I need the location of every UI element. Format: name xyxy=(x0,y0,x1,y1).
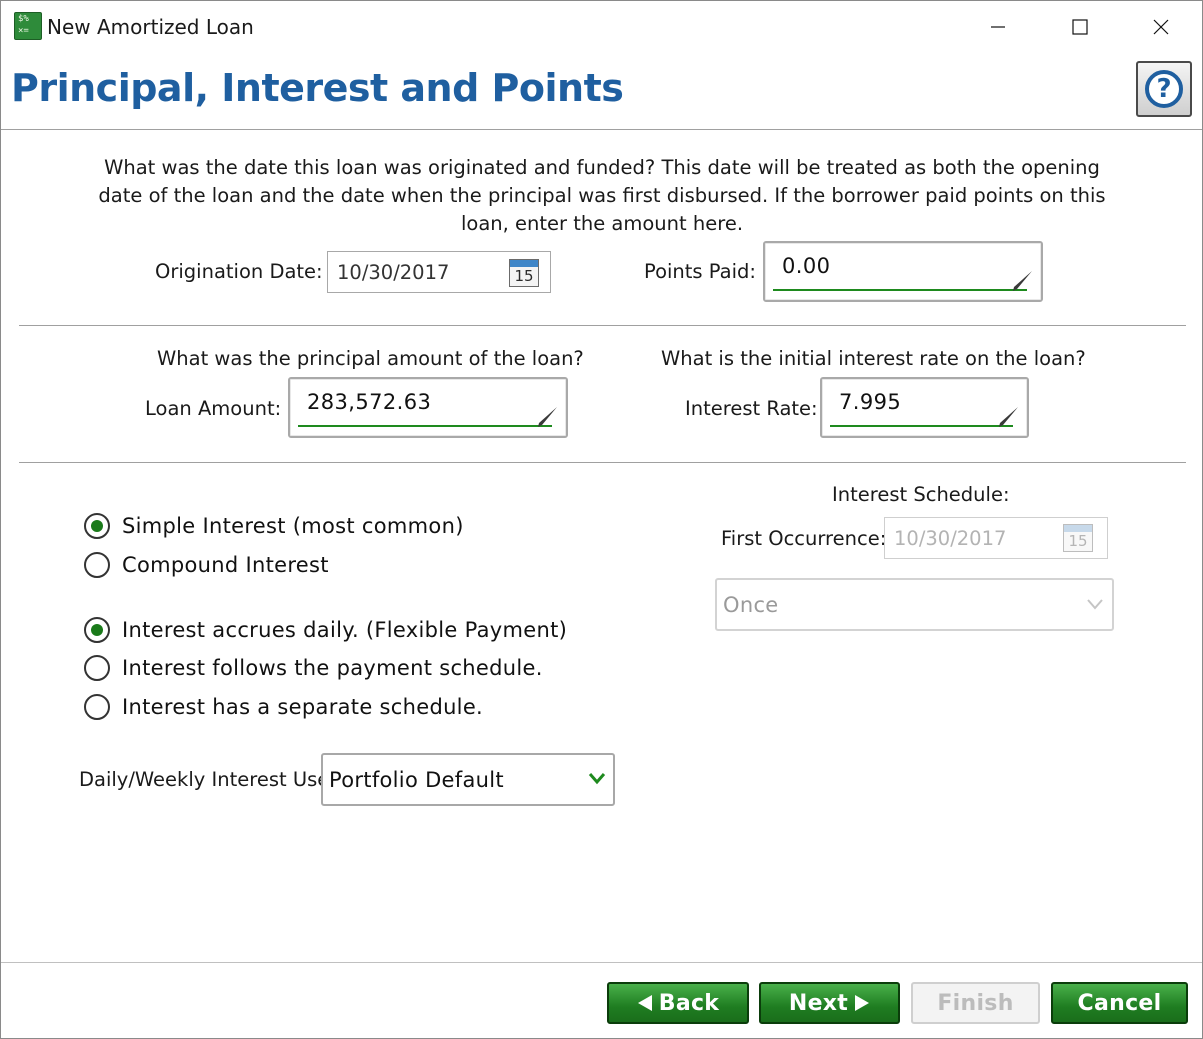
interest-schedule-title: Interest Schedule: xyxy=(832,483,1010,506)
loan-amount-label: Loan Amount: xyxy=(145,397,282,420)
points-paid-label: Points Paid: xyxy=(644,260,756,283)
help-icon: ? xyxy=(1145,70,1183,108)
schedule-frequency-select[interactable]: Once xyxy=(715,578,1114,631)
loan-amount-input[interactable]: 283,572.63 xyxy=(288,377,568,438)
radio-button[interactable] xyxy=(84,694,110,720)
first-occurrence-picker[interactable]: 10/30/2017 15 xyxy=(884,517,1108,559)
radio-simple-interest[interactable]: Simple Interest (most common) xyxy=(84,513,464,539)
radio-accrues-daily[interactable]: Interest accrues daily. (Flexible Paymen… xyxy=(84,617,567,643)
resize-corner-icon xyxy=(538,407,557,427)
app-icon: $% ×= xyxy=(14,12,42,40)
arrow-right-icon xyxy=(855,995,870,1011)
section-divider-2 xyxy=(19,462,1186,463)
close-icon xyxy=(1153,19,1169,35)
resize-corner-icon xyxy=(999,407,1018,427)
maximize-button[interactable] xyxy=(1057,10,1103,44)
minimize-button[interactable] xyxy=(975,10,1021,44)
maximize-icon xyxy=(1072,19,1088,35)
origination-description: What was the date this loan was originat… xyxy=(98,156,1106,235)
points-paid-input[interactable]: 0.00 xyxy=(763,241,1043,302)
window-title: New Amortized Loan xyxy=(47,15,254,39)
radio-compound-interest[interactable]: Compound Interest xyxy=(84,552,329,578)
origination-date-value: 10/30/2017 xyxy=(337,261,450,284)
finish-button[interactable]: Finish xyxy=(911,982,1040,1024)
page-title: Principal, Interest and Points xyxy=(11,66,624,110)
daily-weekly-label: Daily/Weekly Interest Use: xyxy=(79,768,336,791)
header-divider xyxy=(1,129,1202,130)
points-paid-value: 0.00 xyxy=(782,254,831,278)
next-button[interactable]: Next xyxy=(759,982,900,1024)
radio-button[interactable] xyxy=(84,513,110,539)
close-button[interactable] xyxy=(1138,10,1184,44)
daily-weekly-value: Portfolio Default xyxy=(329,768,504,792)
help-button[interactable]: ? xyxy=(1136,61,1192,117)
radio-follows-payment[interactable]: Interest follows the payment schedule. xyxy=(84,655,543,681)
chevron-down-icon xyxy=(1087,599,1103,610)
principal-question: What was the principal amount of the loa… xyxy=(157,347,584,370)
schedule-frequency-value: Once xyxy=(723,593,779,617)
radio-button[interactable] xyxy=(84,552,110,578)
interest-rate-value: 7.995 xyxy=(839,390,902,414)
origination-date-label: Origination Date: xyxy=(155,260,323,283)
chevron-down-icon xyxy=(588,773,606,785)
section-divider-1 xyxy=(19,325,1186,326)
interest-rate-label: Interest Rate: xyxy=(685,397,818,420)
first-occurrence-value: 10/30/2017 xyxy=(894,527,1007,550)
footer-divider xyxy=(1,962,1202,963)
daily-weekly-select[interactable]: Portfolio Default xyxy=(321,753,615,806)
cancel-button[interactable]: Cancel xyxy=(1051,982,1188,1024)
loan-amount-value: 283,572.63 xyxy=(307,390,432,414)
radio-button[interactable] xyxy=(84,617,110,643)
interest-rate-input[interactable]: 7.995 xyxy=(820,377,1029,438)
back-button[interactable]: Back xyxy=(607,982,749,1024)
calendar-icon[interactable]: 15 xyxy=(1063,524,1093,552)
minimize-icon xyxy=(991,26,1005,28)
first-occurrence-label: First Occurrence: xyxy=(721,527,887,550)
origination-date-picker[interactable]: 10/30/2017 15 xyxy=(327,251,551,293)
calendar-icon[interactable]: 15 xyxy=(509,259,539,287)
arrow-left-icon xyxy=(637,995,652,1011)
rate-question: What is the initial interest rate on the… xyxy=(661,347,1086,370)
radio-button[interactable] xyxy=(84,655,110,681)
radio-separate-schedule[interactable]: Interest has a separate schedule. xyxy=(84,694,483,720)
resize-corner-icon xyxy=(1013,271,1032,291)
